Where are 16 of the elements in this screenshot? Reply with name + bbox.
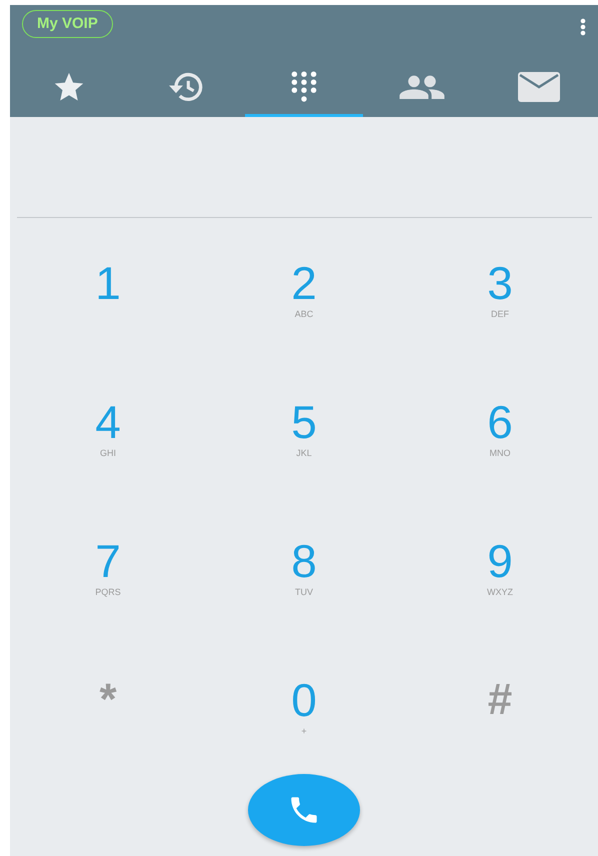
dial-key[interactable]: 6 MNO bbox=[455, 397, 545, 473]
dial-key[interactable]: 4 GHI bbox=[63, 397, 153, 473]
dial-key[interactable]: 7 PQRS bbox=[63, 536, 153, 612]
dial-key[interactable]: 3 DEF bbox=[455, 258, 545, 334]
dial-key[interactable]: * bbox=[63, 675, 153, 751]
dial-key[interactable]: # bbox=[455, 675, 545, 751]
more-options-icon[interactable] bbox=[580, 18, 586, 36]
mail-icon bbox=[517, 71, 562, 103]
dial-key[interactable]: 8 TUV bbox=[259, 536, 349, 612]
account-button[interactable]: My VOIP bbox=[22, 10, 113, 38]
dial-key[interactable]: 9 WXYZ bbox=[455, 536, 545, 612]
dial-key[interactable]: 5 JKL bbox=[259, 397, 349, 473]
dial-key[interactable]: 2 ABC bbox=[259, 258, 349, 334]
dial-key[interactable]: 1 bbox=[63, 258, 153, 334]
people-icon bbox=[398, 75, 446, 99]
dial-key[interactable]: 0 + bbox=[259, 675, 349, 751]
